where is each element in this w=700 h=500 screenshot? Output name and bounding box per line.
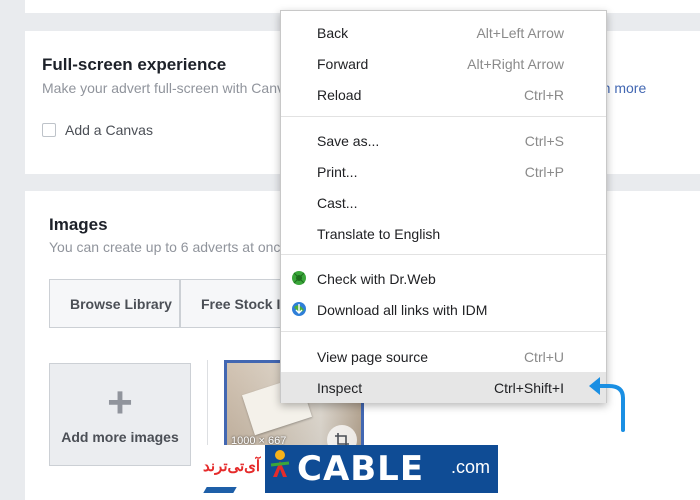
menu-item-label: Reload — [317, 86, 362, 103]
menu-item-save-as[interactable]: Save as... Ctrl+S — [281, 125, 606, 156]
menu-item-label: Forward — [317, 55, 369, 72]
free-stock-images-button[interactable]: Free Stock Im — [180, 279, 290, 328]
images-title: Images — [49, 215, 108, 234]
menu-item-back[interactable]: Back Alt+Left Arrow — [281, 17, 606, 48]
watermark-right: CABLE .com — [265, 445, 498, 493]
menu-item-shortcut: Ctrl+S — [524, 132, 564, 149]
menu-separator — [281, 254, 606, 255]
menu-item-download-idm[interactable]: Download all links with IDM — [281, 294, 606, 325]
menu-item-forward[interactable]: Forward Alt+Right Arrow — [281, 48, 606, 79]
watermark-left: آی‌تی‌ترند — [201, 445, 265, 493]
add-more-images-button[interactable]: + Add more images — [49, 363, 191, 466]
drweb-spider-icon — [292, 271, 306, 285]
images-description: You can create up to 6 adverts at once b… — [49, 239, 319, 255]
menu-item-cast[interactable]: Cast... — [281, 187, 606, 218]
watermark-domain: .com — [450, 457, 490, 477]
menu-item-reload[interactable]: Reload Ctrl+R — [281, 79, 606, 110]
add-canvas-checkbox[interactable] — [42, 123, 56, 137]
add-canvas-label: Add a Canvas — [65, 122, 153, 138]
browse-library-button[interactable]: Browse Library — [49, 279, 180, 328]
person-icon — [270, 450, 290, 477]
fullscreen-title: Full-screen experience — [42, 55, 227, 74]
menu-item-print[interactable]: Print... Ctrl+P — [281, 156, 606, 187]
menu-item-label: Inspect — [317, 379, 363, 396]
watermark-logo: آی‌تی‌ترند CABLE .com — [201, 445, 498, 493]
menu-item-shortcut: Ctrl+U — [523, 348, 564, 365]
watermark-left-text: آی‌تی‌ترند — [203, 458, 261, 475]
menu-item-shortcut: Alt+Left Arrow — [476, 24, 564, 41]
menu-item-shortcut: Ctrl+P — [524, 163, 564, 180]
menu-item-view-source[interactable]: View page source Ctrl+U — [281, 341, 606, 372]
menu-separator — [281, 331, 606, 332]
add-more-images-label: Add more images — [61, 428, 179, 445]
menu-item-label: Translate to English — [317, 225, 441, 242]
menu-item-check-drweb[interactable]: Check with Dr.Web — [281, 263, 606, 294]
menu-item-label: View page source — [317, 348, 429, 365]
menu-item-label: Save as... — [317, 132, 380, 149]
watermark-main-text: CABLE — [297, 449, 425, 489]
menu-item-shortcut: Alt+Right Arrow — [467, 55, 564, 72]
menu-separator — [281, 116, 606, 117]
plus-icon: + — [107, 377, 133, 427]
add-canvas-row[interactable]: Add a Canvas — [42, 122, 153, 138]
menu-item-label: Download all links with IDM — [317, 301, 488, 318]
menu-item-inspect[interactable]: Inspect Ctrl+Shift+I — [281, 372, 606, 403]
menu-item-translate[interactable]: Translate to English — [281, 218, 606, 249]
menu-item-label: Print... — [317, 163, 358, 180]
context-menu: Back Alt+Left Arrow Forward Alt+Right Ar… — [280, 10, 607, 403]
annotation-arrow-icon — [589, 377, 625, 432]
menu-item-label: Back — [317, 24, 349, 41]
menu-item-label: Check with Dr.Web — [317, 270, 436, 287]
menu-item-shortcut: Ctrl+R — [523, 86, 564, 103]
menu-item-label: Cast... — [317, 194, 358, 211]
menu-item-shortcut: Ctrl+Shift+I — [493, 379, 564, 396]
watermark-bar — [203, 487, 237, 493]
idm-globe-icon — [292, 302, 306, 316]
fullscreen-description: Make your advert full-screen with Canvas… — [42, 80, 315, 96]
